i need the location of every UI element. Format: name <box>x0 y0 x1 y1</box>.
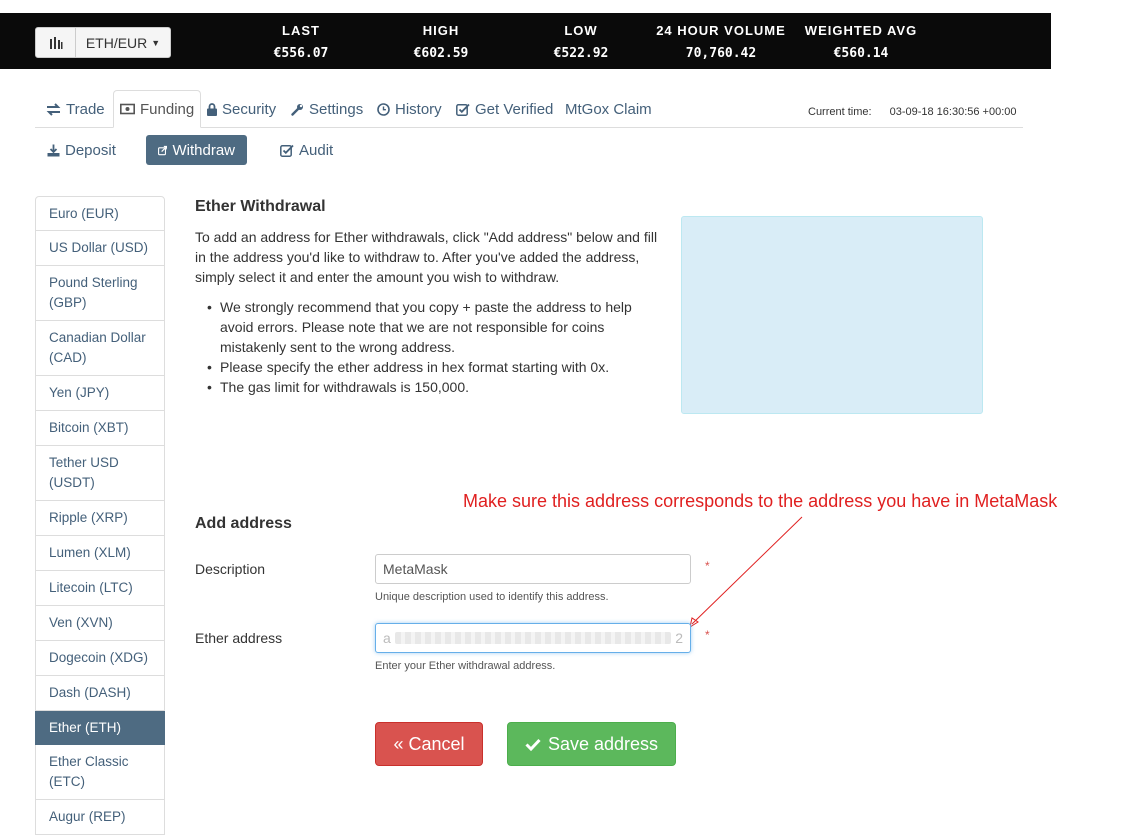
required-mark: * <box>705 559 710 573</box>
check-icon <box>525 738 541 751</box>
redacted-address <box>394 632 672 644</box>
description-value: MetaMask <box>383 561 448 577</box>
cancel-button[interactable]: « Cancel <box>375 722 483 766</box>
description-help: Unique description used to identify this… <box>375 591 609 603</box>
annotation-arrow <box>689 516 803 629</box>
description-field[interactable]: MetaMask <box>375 554 691 584</box>
save-address-button[interactable]: Save address <box>507 722 676 766</box>
address-label: Ether address <box>195 630 283 646</box>
address-help: Enter your Ether withdrawal address. <box>375 660 556 672</box>
required-mark: * <box>705 628 710 642</box>
ether-address-field[interactable]: a 2 <box>375 623 691 653</box>
address-value-end: 2 <box>675 630 683 646</box>
save-label: Save address <box>547 733 659 754</box>
form-title: Add address <box>195 515 292 532</box>
description-label: Description <box>195 561 266 577</box>
cancel-label: « Cancel <box>393 733 465 754</box>
address-value-start: a <box>383 630 391 646</box>
